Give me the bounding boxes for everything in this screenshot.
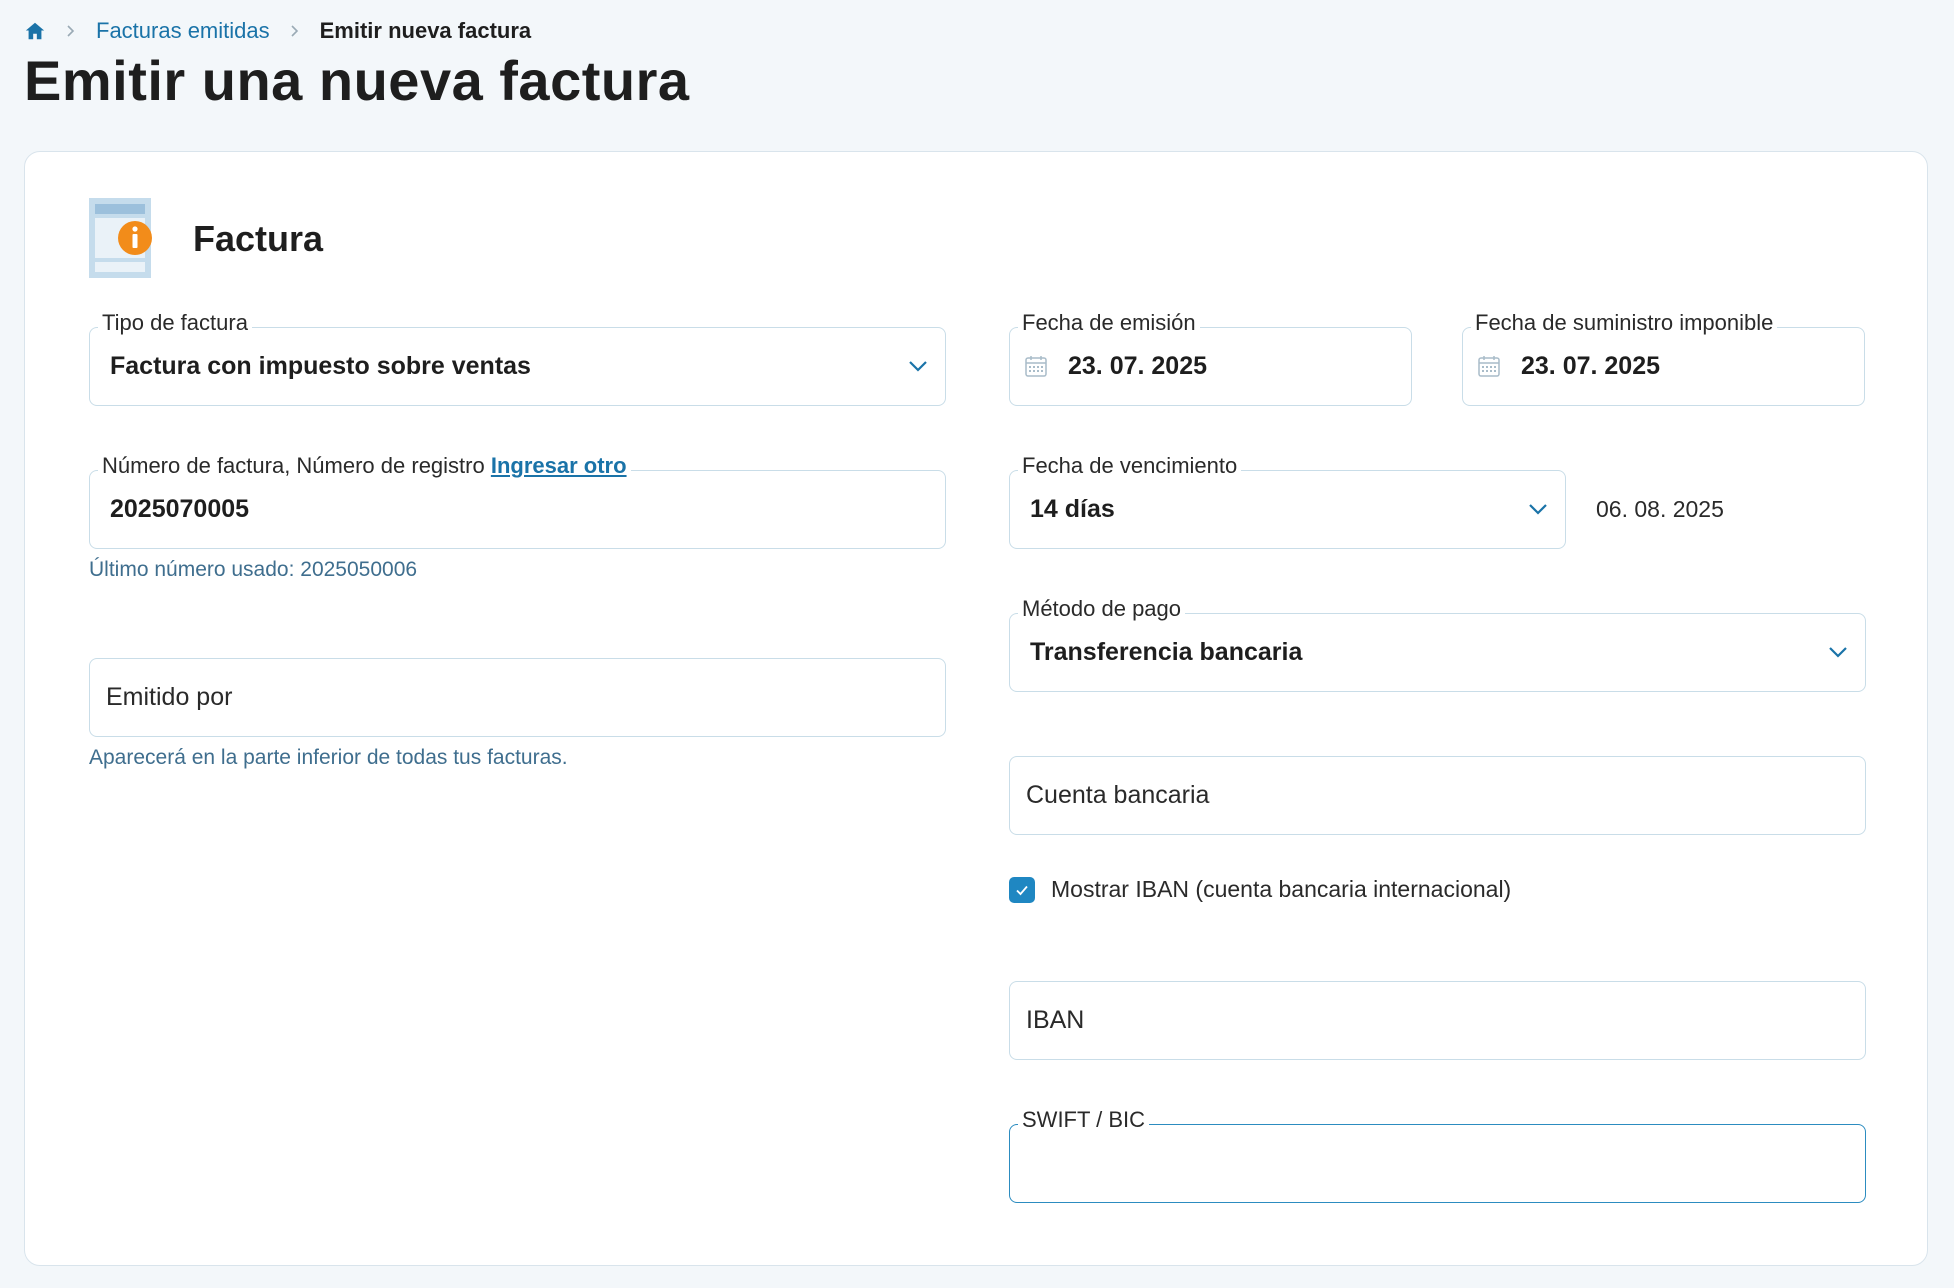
iban-field[interactable]: IBAN xyxy=(1009,981,1866,1060)
calendar-icon xyxy=(1025,356,1047,377)
issue-date-value: 23. 07. 2025 xyxy=(1068,352,1208,380)
invoice-number-value: 2025070005 xyxy=(110,495,250,523)
show-iban-checkbox[interactable] xyxy=(1009,876,1035,903)
page-title: Emitir una nueva factura xyxy=(24,49,690,112)
supply-date-value: 23. 07. 2025 xyxy=(1521,352,1661,380)
chevron-down-icon xyxy=(1829,647,1847,658)
section-title: Factura xyxy=(193,218,324,259)
invoice-form-card: Factura Tipo de factura Factura con impu… xyxy=(24,151,1928,1266)
chevron-down-icon xyxy=(1529,504,1547,515)
swift-bic-label: SWIFT / BIC xyxy=(1018,1107,1150,1133)
chevron-down-icon xyxy=(909,361,927,372)
issued-by-field[interactable]: Emitido por xyxy=(89,658,946,737)
chevron-right-icon xyxy=(291,25,298,37)
invoice-number-field[interactable]: Número de factura, Número de registro In… xyxy=(89,453,946,549)
show-iban-row[interactable]: Mostrar IBAN (cuenta bancaria internacio… xyxy=(1009,876,1511,903)
chevron-right-icon xyxy=(67,25,75,37)
iban-placeholder: IBAN xyxy=(1026,1006,1085,1034)
issue-date-field[interactable]: Fecha de emisión 23. 07. 2025 xyxy=(1009,310,1412,406)
bank-account-field[interactable]: Cuenta bancaria xyxy=(1009,756,1866,835)
breadcrumb-link-facturas-emitidas[interactable]: Facturas emitidas xyxy=(96,18,270,44)
breadcrumb: Facturas emitidas Emitir nueva factura xyxy=(24,16,531,46)
show-iban-label: Mostrar IBAN (cuenta bancaria internacio… xyxy=(1051,876,1512,902)
issued-by-placeholder: Emitido por xyxy=(106,683,233,711)
home-icon[interactable] xyxy=(24,20,46,42)
due-value: 14 días xyxy=(1030,495,1115,523)
enter-other-link[interactable]: Ingresar otro xyxy=(491,453,627,478)
payment-method-select[interactable]: Método de pago Transferencia bancaria xyxy=(1009,596,1866,692)
check-icon xyxy=(1016,885,1028,895)
invoice-info-icon xyxy=(89,198,152,278)
swift-bic-field[interactable]: SWIFT / BIC xyxy=(1009,1107,1866,1203)
payment-method-value: Transferencia bancaria xyxy=(1030,638,1303,666)
invoice-number-hint: Último número usado: 2025050006 xyxy=(89,558,418,581)
due-select[interactable]: Fecha de vencimiento 14 días xyxy=(1009,453,1566,549)
invoice-type-select[interactable]: Tipo de factura Factura con impuesto sob… xyxy=(89,310,946,406)
section-header: Factura xyxy=(89,198,323,280)
due-date-text: 06. 08. 2025 xyxy=(1596,496,1724,522)
calendar-icon xyxy=(1478,356,1500,377)
breadcrumb-current: Emitir nueva factura xyxy=(319,18,532,43)
invoice-type-value: Factura con impuesto sobre ventas xyxy=(110,352,531,380)
supply-date-field[interactable]: Fecha de suministro imponible 23. 07. 20… xyxy=(1462,310,1865,406)
bank-account-placeholder: Cuenta bancaria xyxy=(1026,781,1210,809)
issued-by-hint: Aparecerá en la parte inferior de todas … xyxy=(89,746,568,769)
